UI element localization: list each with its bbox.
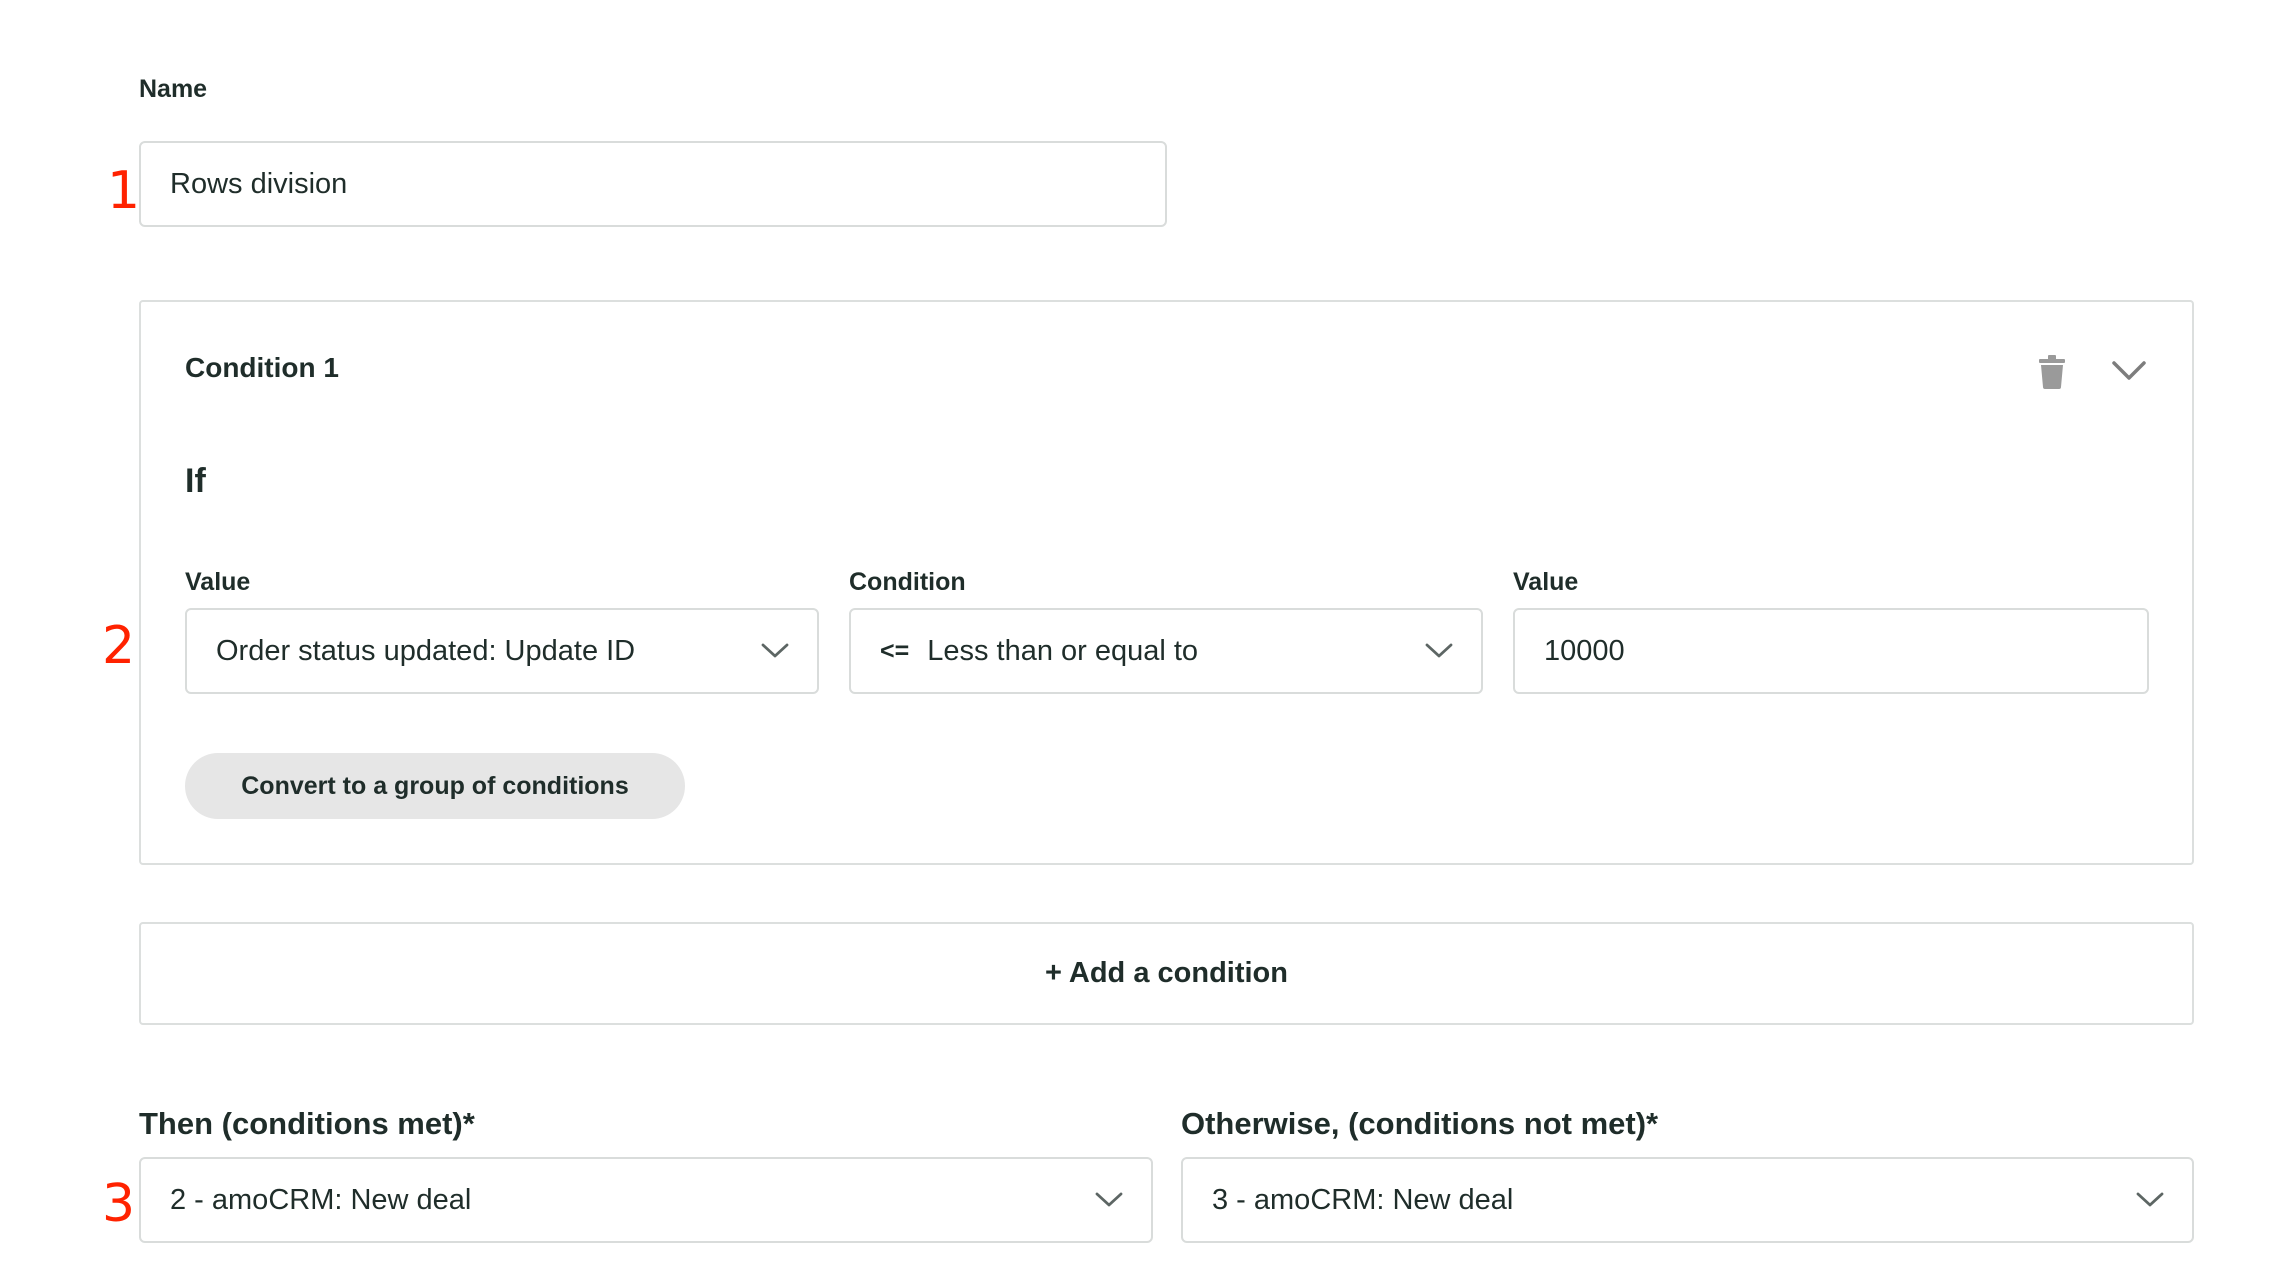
condition-label: Condition [849,568,966,596]
then-selected: 2 - amoCRM: New deal [170,1183,472,1216]
condition-select[interactable]: <= Less than or equal to [849,608,1483,694]
otherwise-selected: 3 - amoCRM: New deal [1212,1183,1514,1216]
name-input[interactable]: Rows division [139,141,1167,227]
chevron-down-icon [1425,643,1453,658]
convert-to-group-button[interactable]: Convert to a group of conditions [185,753,685,819]
name-label: Name [139,75,208,103]
otherwise-select[interactable]: 3 - amoCRM: New deal [1181,1157,2194,1243]
value-right-value: 10000 [1544,634,1625,667]
then-select[interactable]: 2 - amoCRM: New deal [139,1157,1153,1243]
chevron-down-icon [1095,1192,1123,1207]
value-right-label: Value [1513,568,1579,596]
name-input-value: Rows division [170,167,348,200]
value-left-selected: Order status updated: Update ID [216,634,636,667]
value-right-input[interactable]: 10000 [1513,608,2149,694]
condition-title: Condition 1 [185,352,339,383]
annotation-marker-2: 2 [102,616,136,676]
if-label: If [185,462,206,500]
trash-icon[interactable] [2039,355,2065,389]
add-condition-button[interactable]: + Add a condition [139,922,2194,1025]
collapse-chevron-icon[interactable] [2111,360,2147,382]
operator-symbol: <= [880,636,910,665]
otherwise-label: Otherwise, (conditions not met)* [1181,1106,1659,1141]
condition-selected: Less than or equal to [927,634,1199,667]
annotation-marker-3: 3 [102,1174,136,1234]
chevron-down-icon [2136,1192,2164,1207]
then-label: Then (conditions met)* [139,1106,475,1141]
value-left-select[interactable]: Order status updated: Update ID [185,608,819,694]
value-left-label: Value [185,568,251,596]
chevron-down-icon [761,643,789,658]
annotation-marker-1: 1 [107,161,141,221]
